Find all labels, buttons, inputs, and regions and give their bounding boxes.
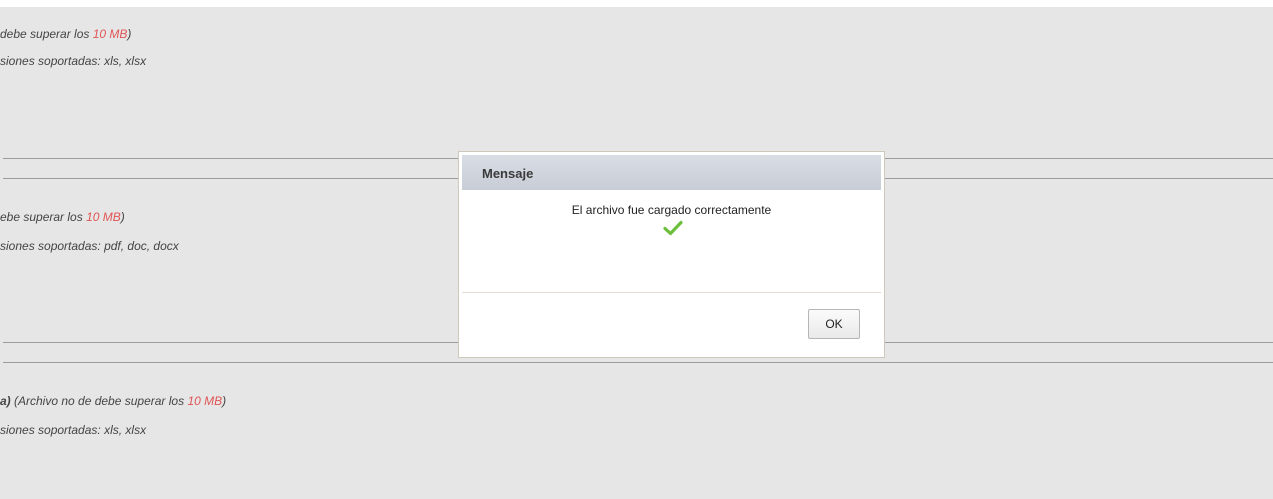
file-size-note-text: debe superar los <box>0 27 93 41</box>
file-size-note-3: a) (Archivo no de debe superar los 10 MB… <box>0 394 226 408</box>
message-dialog: Mensaje El archivo fue cargado correctam… <box>458 151 885 358</box>
supported-extensions-2: siones soportadas: pdf, doc, docx <box>0 239 179 253</box>
file-size-note-text: (Archivo no de debe superar los <box>10 394 188 408</box>
file-size-limit: 10 MB <box>92 27 128 41</box>
file-size-limit: 10 MB <box>187 394 223 408</box>
section-divider <box>3 362 1273 363</box>
file-size-note-close: ) <box>120 210 125 224</box>
file-size-note-2: ebe superar los 10 MB) <box>0 210 125 224</box>
dialog-title: Mensaje <box>482 166 534 181</box>
supported-extensions-1: siones soportadas: xls, xlsx <box>0 54 147 68</box>
ok-button[interactable]: OK <box>808 309 860 339</box>
file-size-note-1: debe superar los 10 MB) <box>0 27 131 41</box>
file-size-note-close: ) <box>222 394 227 408</box>
supported-extensions-3: siones soportadas: xls, xlsx <box>0 423 147 437</box>
field-label-fragment: a) <box>0 394 11 408</box>
file-size-note-close: ) <box>127 27 132 41</box>
dialog-header[interactable]: Mensaje <box>462 155 881 190</box>
file-size-note-text: ebe superar los <box>0 210 87 224</box>
dialog-message: El archivo fue cargado correctamente <box>571 203 772 217</box>
check-icon <box>663 220 683 236</box>
file-size-limit: 10 MB <box>86 210 121 224</box>
dialog-footer-divider <box>462 292 881 293</box>
